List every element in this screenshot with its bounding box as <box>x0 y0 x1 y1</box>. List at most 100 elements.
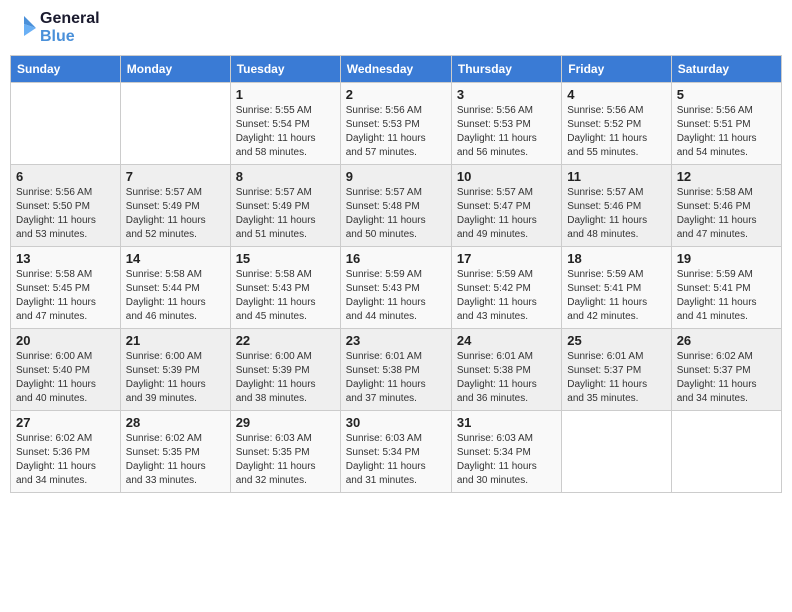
day-info: Sunrise: 5:57 AMSunset: 5:47 PMDaylight:… <box>457 186 556 242</box>
logo-text-blue: Blue <box>40 28 100 46</box>
day-info: Sunrise: 5:55 AMSunset: 5:54 PMDaylight:… <box>236 104 335 160</box>
day-number: 2 <box>346 87 446 102</box>
calendar-cell: 16 Sunrise: 5:59 AMSunset: 5:43 PMDayligh… <box>340 247 451 329</box>
day-info: Sunrise: 5:58 AMSunset: 5:45 PMDaylight:… <box>16 268 115 324</box>
calendar-cell: 15 Sunrise: 5:58 AMSunset: 5:43 PMDayligh… <box>230 247 340 329</box>
day-number: 25 <box>567 333 665 348</box>
day-number: 9 <box>346 169 446 184</box>
day-info: Sunrise: 6:03 AMSunset: 5:35 PMDaylight:… <box>236 432 335 488</box>
weekday-header-wednesday: Wednesday <box>340 56 451 83</box>
day-info: Sunrise: 5:56 AMSunset: 5:50 PMDaylight:… <box>16 186 115 242</box>
day-info: Sunrise: 5:57 AMSunset: 5:48 PMDaylight:… <box>346 186 446 242</box>
calendar-cell: 18 Sunrise: 5:59 AMSunset: 5:41 PMDayligh… <box>562 247 671 329</box>
day-number: 15 <box>236 251 335 266</box>
day-number: 29 <box>236 415 335 430</box>
day-info: Sunrise: 5:56 AMSunset: 5:52 PMDaylight:… <box>567 104 665 160</box>
calendar-cell: 20 Sunrise: 6:00 AMSunset: 5:40 PMDayligh… <box>11 329 121 411</box>
calendar-cell: 3 Sunrise: 5:56 AMSunset: 5:53 PMDaylight… <box>451 83 561 165</box>
calendar-cell: 29 Sunrise: 6:03 AMSunset: 5:35 PMDayligh… <box>230 411 340 493</box>
day-info: Sunrise: 5:56 AMSunset: 5:53 PMDaylight:… <box>346 104 446 160</box>
day-info: Sunrise: 5:59 AMSunset: 5:43 PMDaylight:… <box>346 268 446 324</box>
day-info: Sunrise: 5:59 AMSunset: 5:41 PMDaylight:… <box>677 268 776 324</box>
day-info: Sunrise: 5:59 AMSunset: 5:41 PMDaylight:… <box>567 268 665 324</box>
logo-text-general: General <box>40 10 100 28</box>
day-number: 21 <box>126 333 225 348</box>
weekday-header-saturday: Saturday <box>671 56 781 83</box>
day-number: 14 <box>126 251 225 266</box>
weekday-header-thursday: Thursday <box>451 56 561 83</box>
day-info: Sunrise: 5:57 AMSunset: 5:46 PMDaylight:… <box>567 186 665 242</box>
calendar-cell: 12Sunrise: 5:58 AMSunset: 5:46 PMDayligh… <box>671 165 781 247</box>
day-number: 4 <box>567 87 665 102</box>
day-number: 27 <box>16 415 115 430</box>
day-info: Sunrise: 5:56 AMSunset: 5:53 PMDaylight:… <box>457 104 556 160</box>
calendar-cell: 24 Sunrise: 6:01 AMSunset: 5:38 PMDayligh… <box>451 329 561 411</box>
day-info: Sunrise: 5:58 AMSunset: 5:46 PMDaylight:… <box>677 186 776 242</box>
calendar-cell: 27Sunrise: 6:02 AMSunset: 5:36 PMDayligh… <box>11 411 121 493</box>
calendar-cell: 8 Sunrise: 5:57 AMSunset: 5:49 PMDaylight… <box>230 165 340 247</box>
calendar-cell: 9 Sunrise: 5:57 AMSunset: 5:48 PMDaylight… <box>340 165 451 247</box>
calendar-cell <box>11 83 121 165</box>
day-number: 30 <box>346 415 446 430</box>
day-number: 19 <box>677 251 776 266</box>
logo: General Blue <box>10 10 100 45</box>
day-info: Sunrise: 6:03 AMSunset: 5:34 PMDaylight:… <box>457 432 556 488</box>
day-number: 13 <box>16 251 115 266</box>
day-info: Sunrise: 6:01 AMSunset: 5:38 PMDaylight:… <box>346 350 446 406</box>
calendar-cell: 28 Sunrise: 6:02 AMSunset: 5:35 PMDayligh… <box>120 411 230 493</box>
day-info: Sunrise: 6:00 AMSunset: 5:40 PMDaylight:… <box>16 350 115 406</box>
logo-icon <box>10 14 38 42</box>
day-number: 7 <box>126 169 225 184</box>
day-number: 23 <box>346 333 446 348</box>
calendar-cell: 31 Sunrise: 6:03 AMSunset: 5:34 PMDayligh… <box>451 411 561 493</box>
day-number: 22 <box>236 333 335 348</box>
day-number: 20 <box>16 333 115 348</box>
calendar-cell: 26 Sunrise: 6:02 AMSunset: 5:37 PMDayligh… <box>671 329 781 411</box>
weekday-header-monday: Monday <box>120 56 230 83</box>
day-number: 16 <box>346 251 446 266</box>
day-number: 28 <box>126 415 225 430</box>
day-info: Sunrise: 6:03 AMSunset: 5:34 PMDaylight:… <box>346 432 446 488</box>
day-number: 8 <box>236 169 335 184</box>
day-info: Sunrise: 6:02 AMSunset: 5:35 PMDaylight:… <box>126 432 225 488</box>
day-info: Sunrise: 5:59 AMSunset: 5:42 PMDaylight:… <box>457 268 556 324</box>
calendar-cell: 23 Sunrise: 6:01 AMSunset: 5:38 PMDayligh… <box>340 329 451 411</box>
day-info: Sunrise: 6:01 AMSunset: 5:38 PMDaylight:… <box>457 350 556 406</box>
calendar-cell: 19 Sunrise: 5:59 AMSunset: 5:41 PMDayligh… <box>671 247 781 329</box>
weekday-header-friday: Friday <box>562 56 671 83</box>
calendar-cell: 5 Sunrise: 5:56 AMSunset: 5:51 PMDaylight… <box>671 83 781 165</box>
day-number: 10 <box>457 169 556 184</box>
day-info: Sunrise: 5:57 AMSunset: 5:49 PMDaylight:… <box>236 186 335 242</box>
day-number: 26 <box>677 333 776 348</box>
day-info: Sunrise: 6:00 AMSunset: 5:39 PMDaylight:… <box>236 350 335 406</box>
calendar-cell: 21 Sunrise: 6:00 AMSunset: 5:39 PMDayligh… <box>120 329 230 411</box>
day-number: 18 <box>567 251 665 266</box>
calendar-cell: 10 Sunrise: 5:57 AMSunset: 5:47 PMDayligh… <box>451 165 561 247</box>
day-number: 11 <box>567 169 665 184</box>
calendar-cell: 7 Sunrise: 5:57 AMSunset: 5:49 PMDaylight… <box>120 165 230 247</box>
day-info: Sunrise: 5:56 AMSunset: 5:51 PMDaylight:… <box>677 104 776 160</box>
day-number: 3 <box>457 87 556 102</box>
calendar-cell <box>120 83 230 165</box>
day-info: Sunrise: 6:02 AMSunset: 5:37 PMDaylight:… <box>677 350 776 406</box>
calendar-cell: 17Sunrise: 5:59 AMSunset: 5:42 PMDayligh… <box>451 247 561 329</box>
calendar-cell: 11 Sunrise: 5:57 AMSunset: 5:46 PMDayligh… <box>562 165 671 247</box>
day-number: 1 <box>236 87 335 102</box>
calendar-cell: 13 Sunrise: 5:58 AMSunset: 5:45 PMDayligh… <box>11 247 121 329</box>
day-number: 31 <box>457 415 556 430</box>
day-info: Sunrise: 6:01 AMSunset: 5:37 PMDaylight:… <box>567 350 665 406</box>
day-number: 24 <box>457 333 556 348</box>
day-number: 5 <box>677 87 776 102</box>
day-info: Sunrise: 6:00 AMSunset: 5:39 PMDaylight:… <box>126 350 225 406</box>
calendar-cell: 2 Sunrise: 5:56 AMSunset: 5:53 PMDaylight… <box>340 83 451 165</box>
page-header: General Blue <box>10 10 782 45</box>
calendar-table: SundayMondayTuesdayWednesdayThursdayFrid… <box>10 55 782 493</box>
day-info: Sunrise: 5:57 AMSunset: 5:49 PMDaylight:… <box>126 186 225 242</box>
calendar-cell: 4 Sunrise: 5:56 AMSunset: 5:52 PMDaylight… <box>562 83 671 165</box>
day-number: 6 <box>16 169 115 184</box>
calendar-cell: 1 Sunrise: 5:55 AMSunset: 5:54 PMDaylight… <box>230 83 340 165</box>
day-info: Sunrise: 5:58 AMSunset: 5:43 PMDaylight:… <box>236 268 335 324</box>
calendar-cell <box>562 411 671 493</box>
day-info: Sunrise: 5:58 AMSunset: 5:44 PMDaylight:… <box>126 268 225 324</box>
calendar-cell <box>671 411 781 493</box>
